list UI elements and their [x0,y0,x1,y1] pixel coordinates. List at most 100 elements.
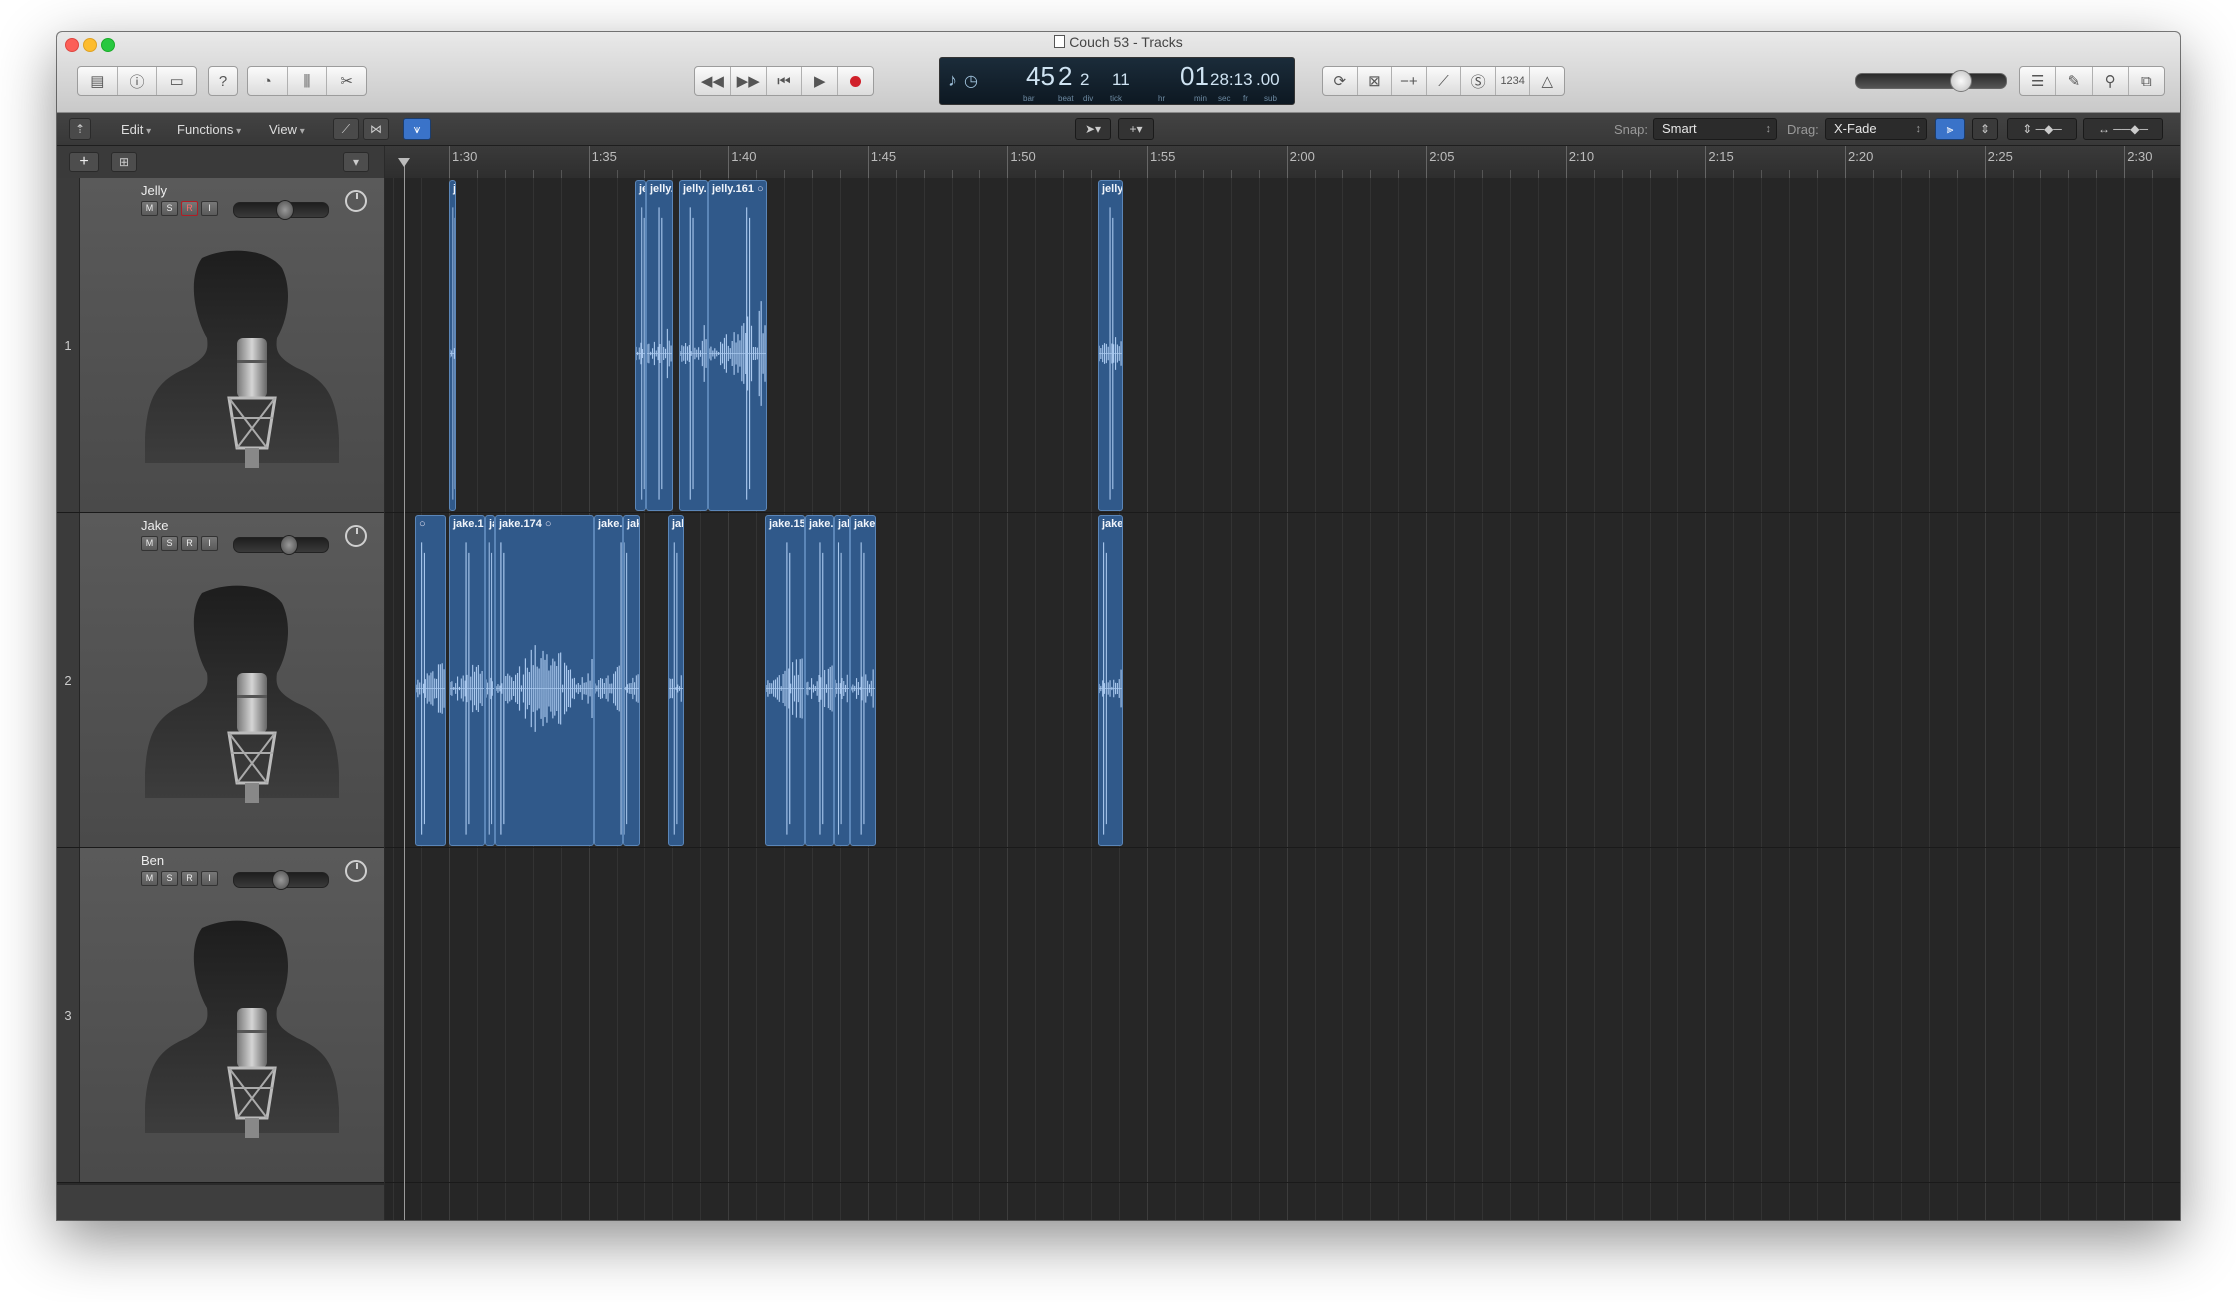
editors-icon[interactable]: ✂ [327,67,366,95]
record-enable-button[interactable]: R [181,536,198,551]
audio-region[interactable]: jake.128 [1098,515,1123,846]
loop-browser-icon[interactable]: ⚲ [2093,67,2129,95]
track-header[interactable]: 2 Jake M S R I [57,513,384,848]
track-header[interactable]: 3 Ben M S R I [57,848,384,1183]
audio-region[interactable]: jelly.170 [679,180,708,511]
play-icon[interactable]: ▶ [802,67,839,95]
cycle-icon[interactable]: ⟳ [1323,67,1358,95]
track-lane[interactable] [385,513,2180,848]
info-icon[interactable]: ⓘ [118,67,158,95]
audio-region[interactable]: jelly.167 [646,180,673,511]
track-volume-slider[interactable] [233,535,329,555]
audio-region[interactable] [415,515,446,846]
audio-region[interactable]: jel [449,180,456,511]
mute-button[interactable]: M [141,536,158,551]
audio-region[interactable]: jake.146 [594,515,623,846]
input-monitor-button[interactable]: I [201,536,218,551]
track-name[interactable]: Ben [141,853,164,868]
notepad-icon[interactable]: ✎ [2056,67,2093,95]
rewind-icon[interactable]: ◀◀ [695,67,731,95]
metronome-icon[interactable]: △ [1530,67,1564,95]
audio-region[interactable]: jake.1 [834,515,850,846]
input-monitor-button[interactable]: I [201,201,218,216]
functions-menu[interactable]: Functions [171,120,247,140]
track-volume-knob[interactable] [280,535,298,555]
master-volume-slider[interactable] [1855,70,2007,92]
pan-knob[interactable] [345,525,367,547]
record-enable-button[interactable]: R [181,201,198,216]
record-icon[interactable] [838,67,873,95]
track-name[interactable]: Jake [141,518,168,533]
audio-region[interactable]: jak [485,515,495,846]
global-tracks-icon[interactable]: ▾ [343,152,369,172]
catch-filter-icon[interactable]: ⩛ [403,118,431,140]
fast-forward-icon[interactable]: ▶▶ [731,67,767,95]
flex-icon[interactable]: ⋈ [363,118,389,140]
smart-controls-icon[interactable]: ◔ [248,67,288,95]
track-volume-slider[interactable] [233,200,329,220]
audio-region[interactable]: jelly.130 [1098,180,1123,511]
lcd-display[interactable]: ♪ ◷ 45 2 2 11 01 28:13 .00 bar beat div … [939,57,1295,105]
go-to-start-icon[interactable]: ⏮ [767,67,803,95]
edit-menu[interactable]: Edit [115,120,157,140]
add-track-icon[interactable]: + [69,152,99,172]
ruler-minor-tick [1509,170,1511,178]
autopunch-icon[interactable]: −+ [1392,67,1427,95]
command-click-tool-menu[interactable]: +▾ [1118,118,1154,140]
audio-region[interactable]: jake.129 [449,515,485,846]
audio-region[interactable]: jelly.161 [708,180,767,511]
pan-knob[interactable] [345,190,367,212]
library-icon[interactable]: ▤ [78,67,118,95]
track-stack-icon[interactable]: ⊞ [111,152,137,172]
mixer-icon[interactable]: ⫼ [288,67,328,95]
audio-region[interactable]: jake.174 [495,515,594,846]
mute-button[interactable]: M [141,871,158,886]
replace-icon[interactable]: ⊠ [1358,67,1393,95]
track-volume-knob[interactable] [276,200,294,220]
snap-popup[interactable]: Smart [1653,118,1777,140]
track-lane[interactable] [385,848,2180,1183]
vertical-zoom-slider[interactable]: ⇕ ─◆─ [2007,118,2077,140]
mixer-window-icon[interactable]: ▭ [157,67,196,95]
mute-button[interactable]: M [141,201,158,216]
arrange-area[interactable]: jel jelly jelly.167 jelly.170 jelly.161 jelly… [385,178,2180,1220]
audio-region[interactable]: jake.169 [805,515,834,846]
record-enable-button[interactable]: R [181,871,198,886]
solo-button[interactable]: S [161,871,178,886]
track-volume-knob[interactable] [272,870,290,890]
tuner-icon[interactable]: ⟋ [1427,67,1462,95]
ruler-label: 1:40 [731,149,757,164]
audio-region[interactable]: jake.1 [668,515,684,846]
waveform [835,542,849,835]
catch-playhead-icon[interactable]: ⇡ [69,118,91,140]
help-icon[interactable]: ? [208,66,238,96]
pan-knob[interactable] [345,860,367,882]
audio-region[interactable]: jake.14 [623,515,640,846]
input-monitor-button[interactable]: I [201,871,218,886]
browsers-icon[interactable]: ⧉ [2129,67,2164,95]
master-volume-knob[interactable] [1950,70,1972,92]
audio-region[interactable]: jake.167 [850,515,876,846]
automation-icon[interactable]: ⟋ [333,118,359,140]
horizontal-zoom-slider[interactable]: ↔ ──◆─ [2083,118,2163,140]
playhead[interactable] [398,158,410,1220]
drag-popup[interactable]: X-Fade [1825,118,1927,140]
list-editors-icon[interactable]: ☰ [2020,67,2057,95]
solo-button[interactable]: S [161,201,178,216]
lcd-label-sub: sub [1264,94,1277,103]
audio-region[interactable]: jake.159 [765,515,805,846]
lcd-div: 2 [1080,70,1090,89]
audio-region[interactable]: jelly [635,180,646,511]
left-click-tool-menu[interactable]: ➤▾ [1075,118,1111,140]
waveform-zoom-icon[interactable]: ⫸ [1935,118,1965,140]
view-menu[interactable]: View [263,120,311,140]
track-height-icon[interactable]: ⇕ [1972,118,1998,140]
solo-icon[interactable]: Ⓢ [1461,67,1496,95]
window-title: Couch 53 - Tracks [57,34,2180,50]
track-volume-slider[interactable] [233,870,329,890]
timeline-ruler[interactable]: 1:30 1:35 1:40 1:45 1:50 1:55 2:00 2:05 2:10 2:15… [385,146,2180,179]
solo-button[interactable]: S [161,536,178,551]
count-in-icon[interactable]: 1234 [1496,67,1531,95]
track-name[interactable]: Jelly [141,183,167,198]
track-header[interactable]: 1 Jelly M S R I [57,178,384,513]
